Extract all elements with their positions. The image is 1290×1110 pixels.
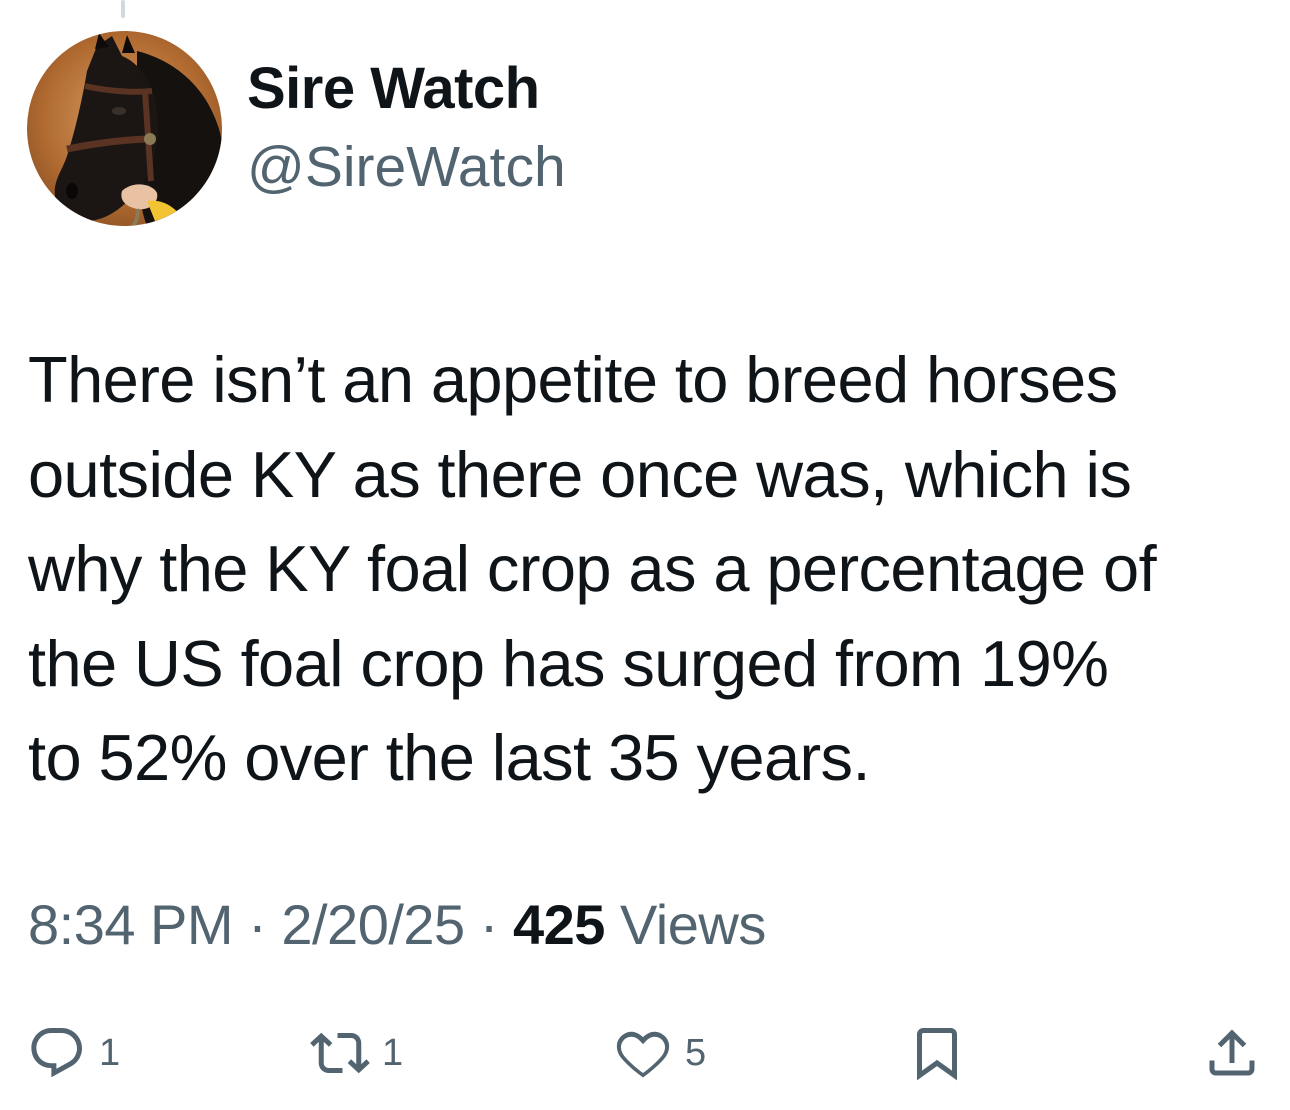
share-icon bbox=[1209, 1029, 1255, 1076]
meta-separator: · bbox=[479, 893, 499, 956]
display-name[interactable]: Sire Watch bbox=[247, 54, 566, 124]
author-block[interactable]: Sire Watch @SireWatch bbox=[247, 54, 566, 200]
meta-separator: · bbox=[248, 893, 267, 956]
horse-head-avatar-icon bbox=[27, 31, 222, 226]
reply-icon bbox=[31, 1028, 83, 1078]
tweet-date[interactable]: 2/20/25 bbox=[281, 893, 465, 956]
like-count: 5 bbox=[685, 1031, 707, 1074]
thread-connector-line bbox=[121, 0, 125, 18]
retweet-count: 1 bbox=[382, 1031, 404, 1074]
tweet-meta: 8:34 PM · 2/20/25 · 425 Views bbox=[28, 890, 766, 960]
retweet-icon bbox=[310, 1032, 370, 1074]
retweet-button[interactable]: 1 bbox=[310, 1018, 403, 1088]
bookmark-icon bbox=[917, 1028, 957, 1081]
reply-button[interactable]: 1 bbox=[27, 1018, 120, 1088]
views-count: 425 bbox=[512, 893, 605, 956]
heart-icon bbox=[616, 1031, 670, 1078]
views-label: Views bbox=[619, 893, 766, 956]
avatar[interactable] bbox=[27, 31, 222, 226]
share-button[interactable] bbox=[1202, 1018, 1262, 1088]
action-bar: 1 1 5 bbox=[0, 1018, 1290, 1088]
user-handle[interactable]: @SireWatch bbox=[247, 134, 566, 200]
tweet-text: There isn’t an appetite to breed horses … bbox=[28, 343, 1157, 794]
bookmark-button[interactable] bbox=[907, 1018, 967, 1088]
reply-count: 1 bbox=[99, 1031, 121, 1074]
like-button[interactable]: 5 bbox=[613, 1018, 706, 1088]
tweet-time[interactable]: 8:34 PM bbox=[28, 893, 234, 956]
